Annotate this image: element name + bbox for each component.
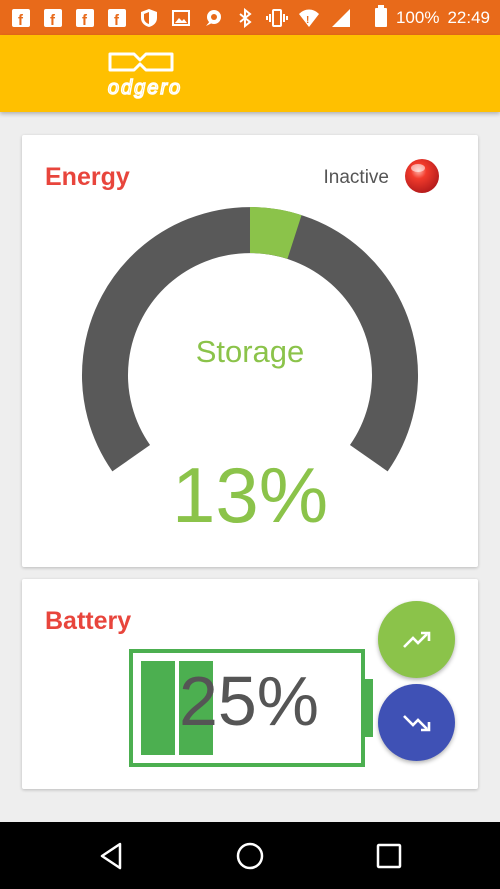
storage-label: Storage	[195, 334, 305, 369]
clock-text: 22:49	[447, 8, 490, 27]
bluetooth-icon	[234, 7, 256, 29]
trend-up-button[interactable]	[378, 601, 455, 678]
battery-title: Battery	[45, 607, 132, 635]
trending-down-icon	[402, 714, 430, 731]
recents-icon	[376, 843, 402, 869]
status-right: 100% 22:49	[374, 4, 490, 32]
signal-icon	[330, 7, 352, 29]
shield-icon	[138, 7, 160, 29]
status-bar: f f f f ! 100% 22:49	[0, 0, 500, 35]
energy-card: Energy Inactive Storage 13%	[22, 135, 478, 567]
trending-up-icon	[402, 631, 430, 648]
home-icon	[236, 842, 264, 870]
svg-text:odgero: odgero	[108, 77, 182, 99]
energy-percent: 13%	[171, 451, 329, 539]
facebook-notification-icon: f	[106, 7, 128, 29]
gauge-fill	[249, 207, 302, 260]
notification-icons: f f f f !	[10, 7, 352, 29]
facebook-notification-icon: f	[74, 7, 96, 29]
navigation-bar	[0, 822, 500, 889]
energy-title: Energy	[45, 163, 130, 191]
facebook-notification-icon: f	[10, 7, 32, 29]
back-icon	[100, 842, 122, 870]
app-bar: odgero	[0, 35, 500, 112]
battery-percent: 25%	[178, 662, 320, 740]
status-label: Inactive	[323, 167, 389, 188]
vibrate-icon	[266, 7, 288, 29]
back-button[interactable]	[94, 839, 128, 873]
status-led-icon	[405, 159, 439, 193]
wifi-alert-icon: !	[298, 7, 320, 29]
battery-card: Battery 25%	[22, 579, 478, 789]
battery-icon	[374, 4, 388, 32]
image-icon	[170, 7, 192, 29]
home-button[interactable]	[233, 839, 267, 873]
odgero-logo: odgero	[107, 52, 182, 100]
trend-down-button[interactable]	[378, 684, 455, 761]
facebook-notification-icon: f	[42, 7, 64, 29]
chat-icon	[202, 7, 224, 29]
battery-percent-text: 100%	[395, 8, 440, 27]
recents-button[interactable]	[372, 839, 406, 873]
svg-text:!: !	[306, 15, 309, 26]
